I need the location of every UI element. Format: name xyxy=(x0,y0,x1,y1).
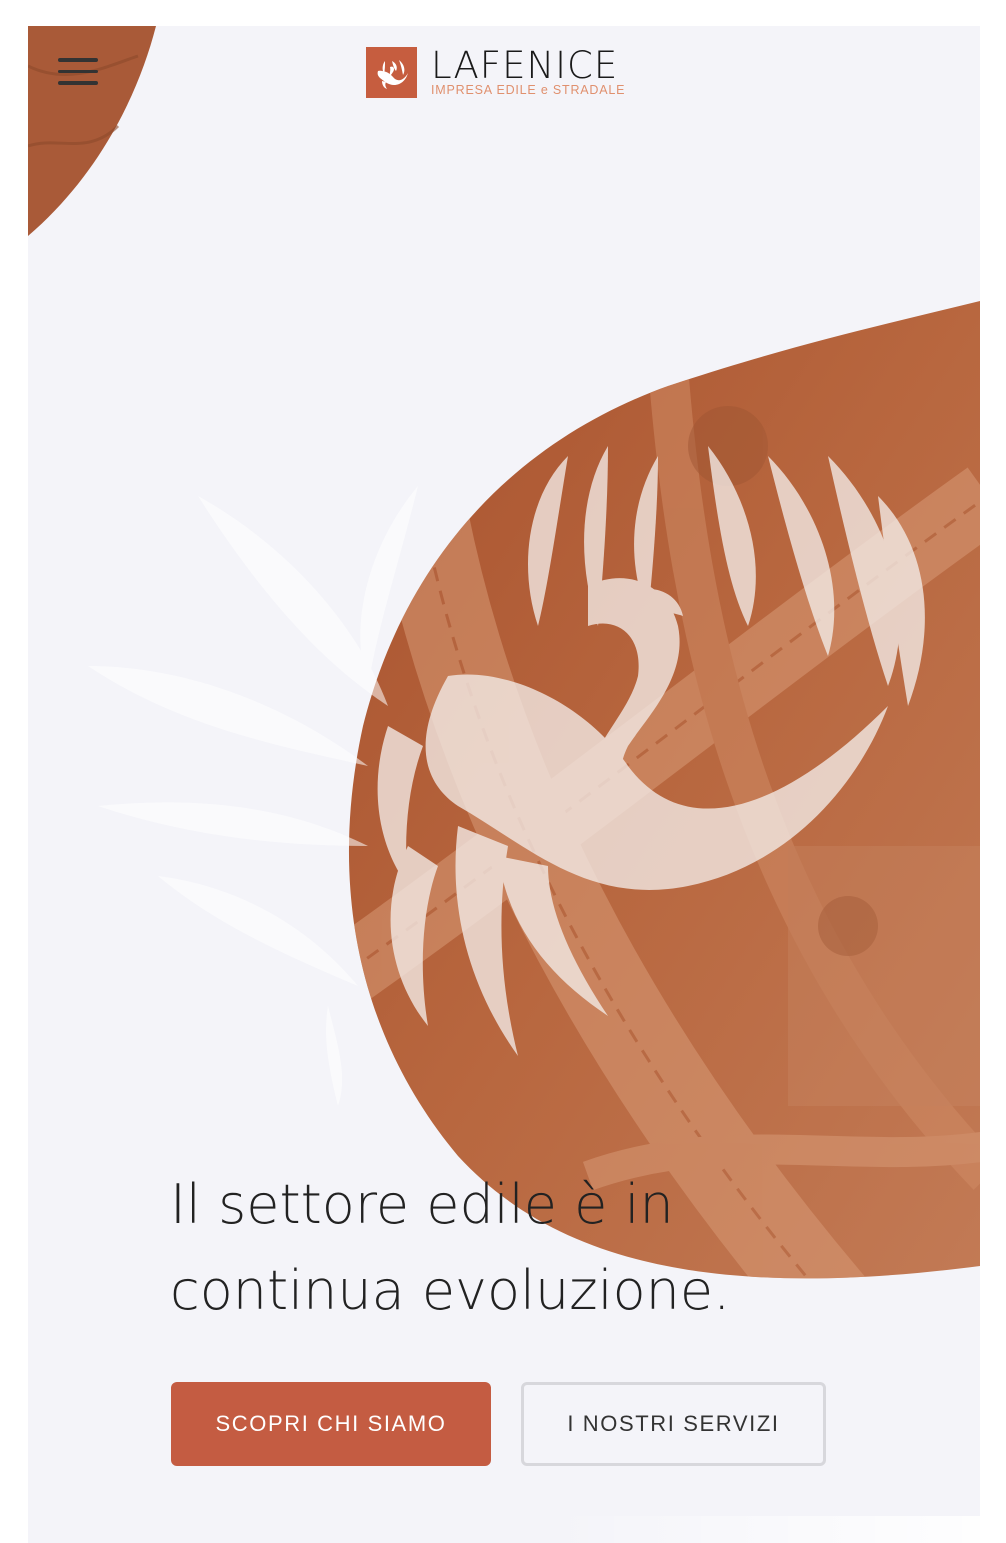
logo[interactable]: LAFENICE IMPRESA EDILE e STRADALE xyxy=(366,47,625,99)
logo-name-prefix: LA xyxy=(431,44,480,87)
phoenix-icon xyxy=(366,47,417,98)
about-us-button[interactable]: SCOPRI CHI SIAMO xyxy=(171,1382,491,1466)
hamburger-menu-icon[interactable] xyxy=(58,58,98,88)
logo-text: LAFENICE IMPRESA EDILE e STRADALE xyxy=(431,47,626,98)
logo-subtitle: IMPRESA EDILE e STRADALE xyxy=(431,83,626,97)
logo-name: LAFENICE xyxy=(431,47,625,85)
services-button[interactable]: I NOSTRI SERVIZI xyxy=(521,1382,826,1466)
page: LAFENICE IMPRESA EDILE e STRADALE Il set… xyxy=(28,26,980,1543)
hero-headline: Il settore edile è in continua evoluzion… xyxy=(170,1173,731,1322)
decorative-shadow xyxy=(548,1516,980,1543)
logo-name-main: FENICE xyxy=(479,44,619,87)
